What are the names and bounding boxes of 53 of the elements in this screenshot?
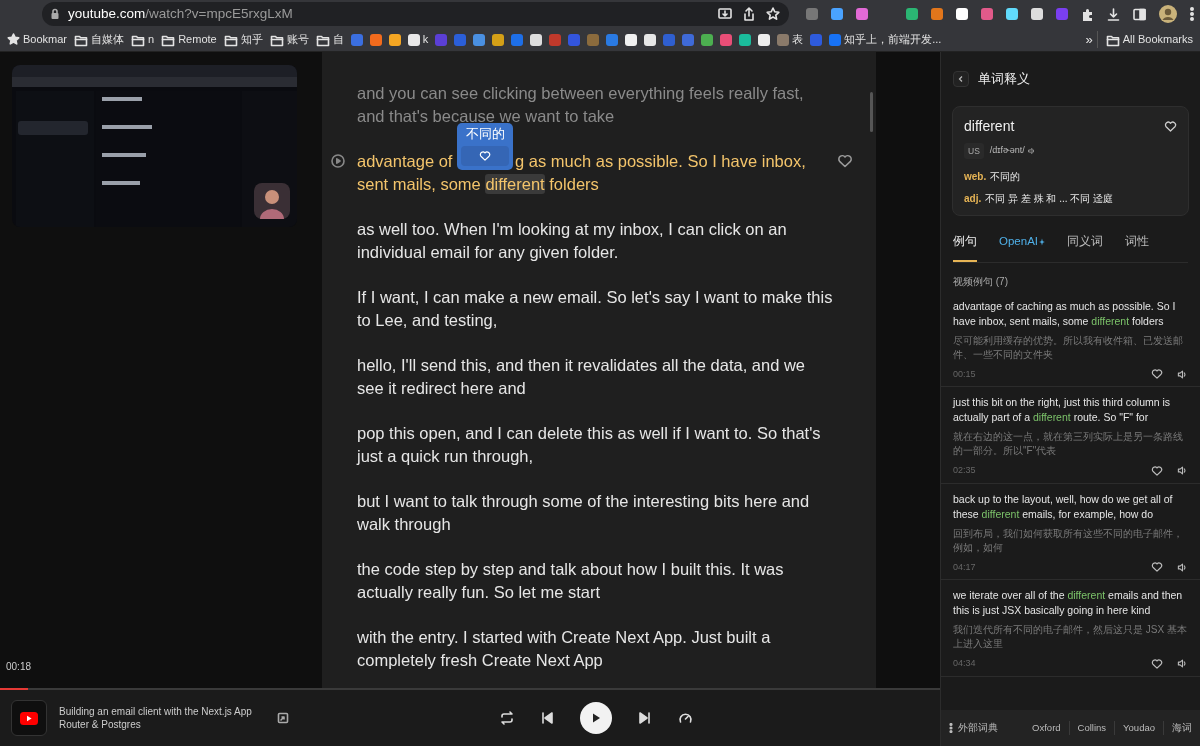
video-title: Building an email client with the Next.js App Router & Postgres [59,705,253,731]
example-time: 00:15 [953,367,977,381]
definition: 不同 异 差 殊 和 ... 不同 迳庭 [985,192,1114,207]
example-sentence: back up to the layout, well, how do we get all of these different emails, for example, how do [953,491,1174,522]
transcript-line: the code step by step and talk about how I built this. It was actually really fun. So let me start [357,560,784,601]
external-dictionary-label: 外部词典 [958,720,999,735]
address-bar[interactable]: youtube.com/watch?v=mpcE5rxgLxM [42,2,789,26]
dictionary-link[interactable]: Collins [1068,720,1115,736]
dictionary-link[interactable]: Youdao [1114,720,1163,736]
panel-title: 单词释义 [978,70,1030,88]
tab[interactable]: 词性 [1125,233,1149,262]
example-translation: 回到布局，我们如何获取所有这些不同的电子邮件，例如，如何 [953,526,1184,555]
bookmark[interactable]: 自媒体 [71,31,128,48]
bookmark[interactable]: 账号 [266,31,312,48]
bookmark[interactable]: 自 [312,31,347,48]
bookmark[interactable]: All Bookmarks [1096,31,1196,48]
dictionary-link[interactable]: 海词 [1163,720,1192,736]
bookmark[interactable]: 知乎上，前端开发... [826,31,945,48]
tab[interactable]: 例句 [953,233,977,262]
bookmark[interactable]: k [404,31,432,48]
transcript-line: hello, I'll send this, and then it revalidates all the data, and we see it redirect here and [357,356,805,397]
example-time: 02:35 [953,464,977,477]
transcript-line: with the entry. I started with Create Next App. Just built a completely fresh Create Next App [357,628,771,669]
popup-translation: 不同的 [464,126,506,141]
video-time: 00:18 [6,660,32,674]
definition: 不同的 [990,170,1021,185]
bookmark[interactable]: » [1082,29,1096,50]
transcript-line: If I want, I can make a new email. So let's say I want to make this to Lee, and testing, [357,288,833,329]
dictionary-link[interactable]: Oxford [1024,720,1069,736]
bookmark[interactable]: 知乎 [220,31,266,48]
bookmark[interactable]: Remote [158,31,220,48]
url-text: youtube.com/watch?v=mpcE5rxgLxM [68,4,294,23]
bookmark[interactable]: Bookmar [4,31,71,48]
example-sentence: we iterate over all of the different emails and then this is just JSX basically going in here kind [953,588,1184,618]
bookmark[interactable]: n [128,31,158,48]
tab[interactable]: 同义词 [1067,233,1103,262]
transcript-line: but I want to talk through some of the interesting bits here and walk through [357,492,810,533]
example-time: 04:34 [953,657,977,670]
accent-label: US [964,142,984,160]
part-of-speech: web. [964,170,987,185]
bookmark[interactable]: 表 [774,31,807,48]
example-translation: 我们迭代所有不同的电子邮件，然后这只是 JSX 基本上进入这里 [953,623,1188,651]
part-of-speech: adj. [964,192,982,207]
transcript-line: as well too. When I'm looking at my inbox, I can click on an individual email for any given folder. [357,220,787,261]
tab[interactable]: OpenAI [999,233,1045,262]
transcript-line: pop this open, and I can delete this as well if I want to. So that's just a quick run through, [357,424,821,465]
phonetic: /dɪfɚənt/ [989,144,1025,158]
example-sentence: just this bit on the right, just this third column is actually part of a different route. So "F" for [953,395,1172,425]
section-heading: 视频例句 (7) [952,274,1009,289]
transcript-line: and you can see clicking between everything feels really fast, and that's because we want to take [357,84,804,125]
example-sentence: advantage of caching as much as possible. So I have inbox, sent mails, some different folders [953,298,1177,329]
example-time: 04:17 [953,560,977,574]
headword: different [964,116,1015,136]
